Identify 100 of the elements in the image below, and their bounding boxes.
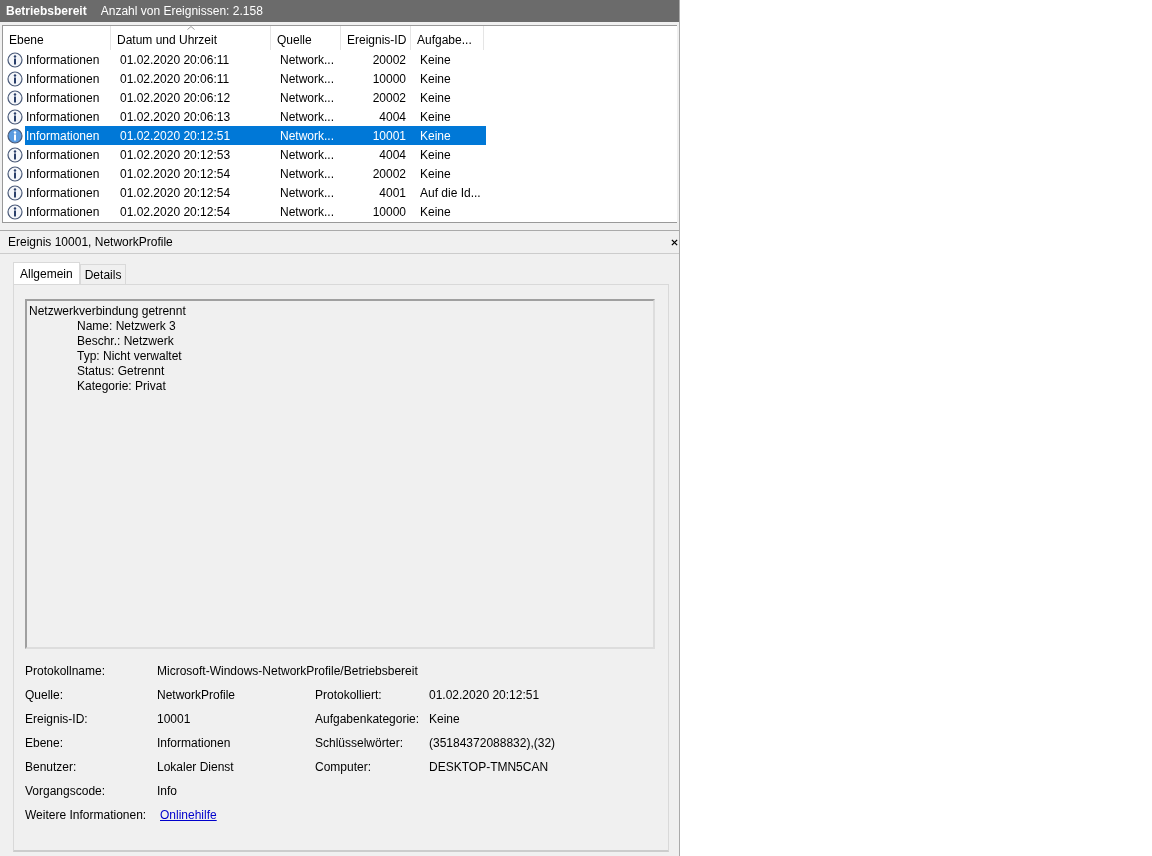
info-icon — [7, 165, 23, 182]
property-value: NetworkProfile — [157, 688, 237, 702]
table-cell-text: Keine — [419, 71, 452, 86]
property-value: Informationen — [157, 736, 232, 750]
close-icon[interactable] — [671, 238, 678, 246]
table-cell-text: Informationen — [25, 185, 101, 200]
table-cell-text: Network... — [279, 109, 335, 124]
table-cell-text: 01.02.2020 20:12:51 — [119, 128, 232, 143]
table-cell-text: Network... — [279, 52, 335, 67]
event-row[interactable]: Informationen 01.02.2020 20:06:11 Network... 20002 Keine — [25, 50, 486, 69]
table-cell-text: Keine — [419, 204, 452, 219]
online-help-link[interactable]: Onlinehilfe — [160, 808, 318, 822]
table-cell-text: Network... — [279, 147, 335, 162]
property-label: Vorgangscode: — [25, 784, 107, 798]
tab[interactable]: Details — [79, 264, 127, 284]
table-cell-text: 10000 — [371, 204, 407, 219]
info-icon — [7, 184, 23, 201]
column-header[interactable]: Ebene — [3, 26, 111, 50]
message-line: Kategorie: Privat — [76, 379, 167, 394]
table-cell-text: 01.02.2020 20:12:54 — [119, 166, 232, 181]
table-cell-text: Informationen — [25, 128, 101, 143]
table-cell-text: Keine — [419, 90, 452, 105]
table-cell-text: Network... — [279, 204, 335, 219]
info-icon — [7, 70, 23, 87]
table-cell-text: Keine — [419, 128, 452, 143]
property-value: (35184372088832),(32) — [429, 736, 556, 750]
table-cell-text: Auf die Id... — [419, 185, 482, 200]
table-cell-text: 01.02.2020 20:12:54 — [119, 185, 232, 200]
table-cell-text: 20002 — [371, 52, 407, 67]
property-label: Weitere Informationen: — [25, 808, 148, 822]
table-cell-text: 10001 — [371, 128, 407, 143]
table-cell-text: Network... — [279, 166, 335, 181]
table-cell-text: 4004 — [378, 147, 407, 162]
table-cell-text: Informationen — [25, 90, 101, 105]
table-cell-text: Keine — [419, 166, 452, 181]
property-label: Ebene: — [25, 736, 65, 750]
event-row[interactable]: Informationen 01.02.2020 20:12:54 Network... 10000 Keine — [25, 202, 486, 221]
event-row[interactable]: Informationen 01.02.2020 20:12:51 Network... 10001 Keine — [25, 126, 486, 145]
event-row[interactable]: Informationen 01.02.2020 20:12:53 Network... 4004 Keine — [25, 145, 486, 164]
log-title: Betriebsbereit — [6, 4, 87, 18]
info-icon — [7, 108, 23, 125]
table-cell-text: Informationen — [25, 109, 101, 124]
message-line: Name: Netzwerk 3 — [76, 319, 177, 334]
property-label: Computer: — [315, 760, 373, 774]
table-cell-text: 4004 — [378, 109, 407, 124]
property-value: Keine — [429, 712, 460, 726]
event-detail-title: Ereignis 10001, NetworkProfile — [8, 235, 173, 249]
event-row[interactable]: Informationen 01.02.2020 20:12:54 Network... 20002 Keine — [25, 164, 486, 183]
table-cell-text: Informationen — [25, 52, 101, 67]
info-icon — [7, 146, 23, 163]
column-header[interactable]: Aufgabe... — [411, 26, 484, 50]
property-value: Microsoft-Windows-NetworkProfile/Betriebsbereit — [157, 664, 418, 678]
property-value: Lokaler Dienst — [157, 760, 235, 774]
table-cell-text: Network... — [279, 128, 335, 143]
table-cell-text: Keine — [419, 147, 452, 162]
property-value: 01.02.2020 20:12:51 — [429, 688, 540, 702]
table-cell-text: Informationen — [25, 147, 101, 162]
table-cell-text: Keine — [419, 109, 452, 124]
table-cell-text: 01.02.2020 20:12:54 — [119, 204, 232, 219]
info-icon — [7, 203, 23, 220]
table-cell-text: 20002 — [371, 90, 407, 105]
event-row[interactable]: Informationen 01.02.2020 20:12:54 Network... 4001 Auf die Id... — [25, 183, 486, 202]
table-cell-text: 20002 — [371, 166, 407, 181]
property-label: Schlüsselwörter: — [315, 736, 405, 750]
property-label: Protokollname: — [25, 664, 107, 678]
table-cell-text: 01.02.2020 20:06:11 — [119, 71, 231, 86]
property-label: Ereignis-ID: — [25, 712, 89, 726]
column-header[interactable]: Ereignis-ID — [341, 26, 411, 50]
info-icon — [7, 89, 23, 106]
property-label: Quelle: — [25, 688, 65, 702]
event-row[interactable]: Informationen 01.02.2020 20:06:13 Network... 4004 Keine — [25, 107, 486, 126]
column-header[interactable]: Quelle — [271, 26, 341, 50]
message-line: Status: Getrennt — [76, 364, 166, 379]
table-cell-text: Informationen — [25, 204, 101, 219]
property-value: Info — [157, 784, 178, 798]
table-cell-text: 01.02.2020 20:06:11 — [119, 52, 231, 67]
table-cell-text: 01.02.2020 20:06:12 — [119, 90, 232, 105]
property-label: Benutzer: — [25, 760, 78, 774]
message-line: Typ: Nicht verwaltet — [76, 349, 183, 364]
table-cell-text: Informationen — [25, 166, 101, 181]
message-line: Beschr.: Netzwerk — [76, 334, 175, 349]
table-cell-text: Network... — [279, 71, 335, 86]
table-cell-text: Network... — [279, 90, 335, 105]
event-row[interactable]: Informationen 01.02.2020 20:06:12 Network... 20002 Keine — [25, 88, 486, 107]
property-value: DESKTOP-TMN5CAN — [429, 760, 549, 774]
table-cell-text: Keine — [419, 52, 452, 67]
tab[interactable]: Allgemein — [13, 262, 80, 284]
table-cell-text: 10000 — [371, 71, 407, 86]
table-cell-text: 4001 — [378, 185, 407, 200]
table-cell-text: Informationen — [25, 71, 101, 86]
event-row[interactable]: Informationen 01.02.2020 20:06:11 Network... 10000 Keine — [25, 69, 486, 88]
table-cell-text: 01.02.2020 20:12:53 — [119, 147, 232, 162]
property-label: Protokolliert: — [315, 688, 383, 702]
property-value: 10001 — [157, 712, 192, 726]
property-label: Aufgabenkategorie: — [315, 712, 421, 726]
table-cell-text: 01.02.2020 20:06:13 — [119, 109, 232, 124]
info-icon — [7, 127, 23, 144]
info-icon — [7, 51, 23, 68]
table-cell-text: Network... — [279, 185, 335, 200]
column-header[interactable]: Datum und Uhrzeit — [111, 26, 271, 50]
